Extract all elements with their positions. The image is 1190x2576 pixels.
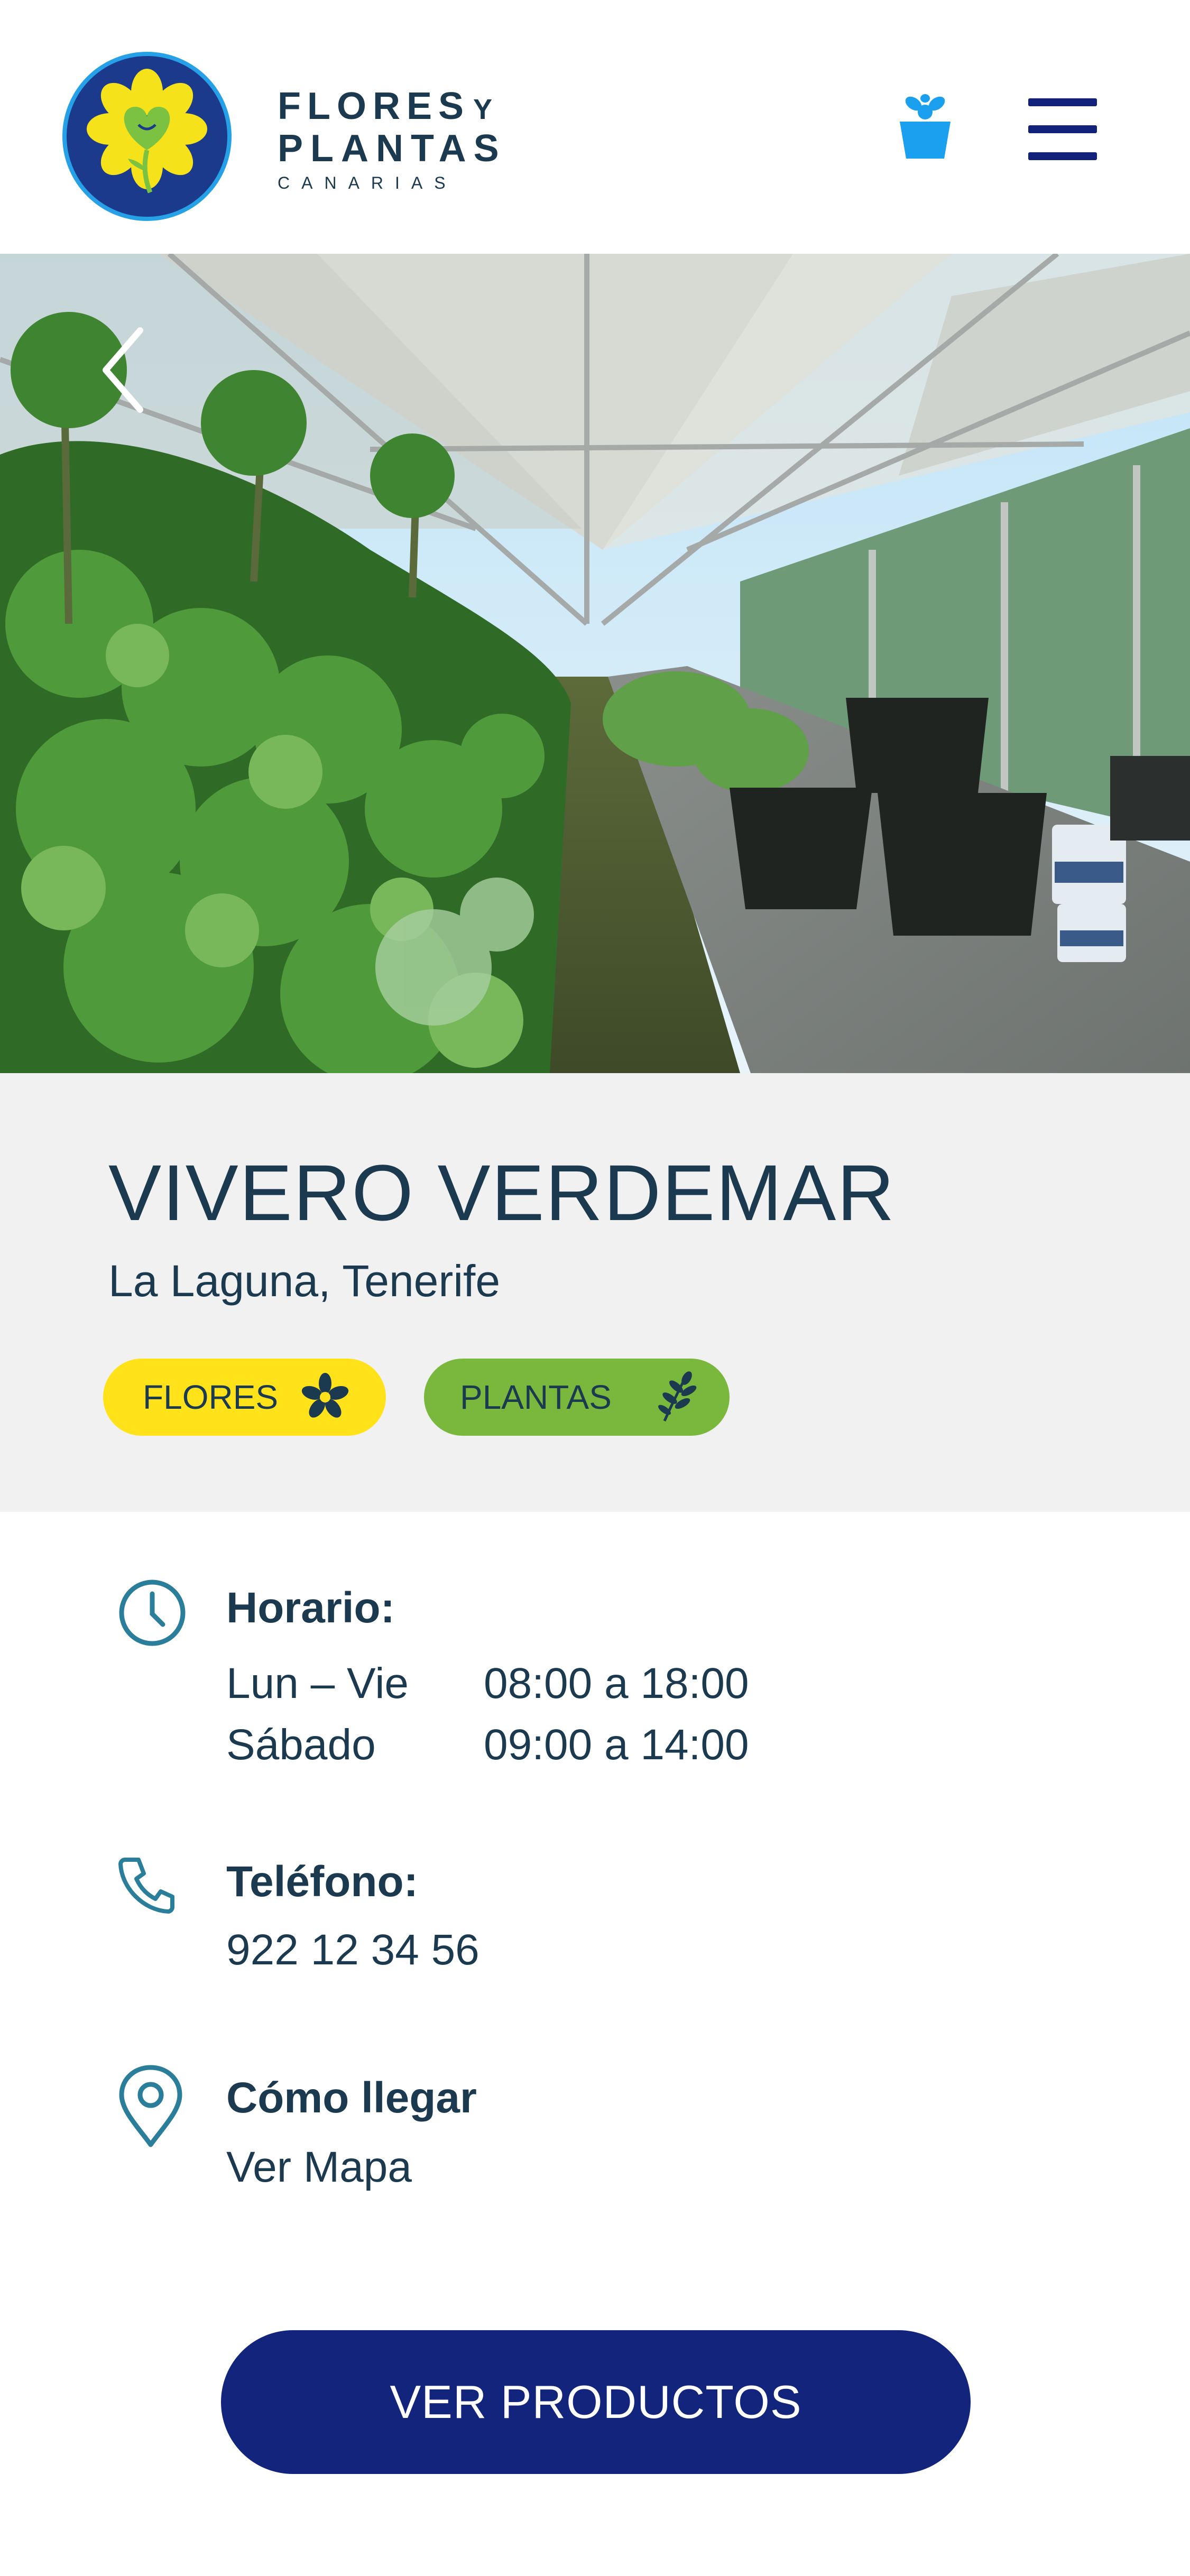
brand-wordmark: FLORES Y PLANTAS CANARIAS <box>278 87 506 195</box>
schedule-days-2: Sábado <box>226 1721 376 1769</box>
phone-label: Teléfono: <box>226 1858 418 1906</box>
tag-plantas[interactable]: PLANTAS <box>424 1359 730 1436</box>
tag-flores-label: FLORES <box>143 1378 279 1416</box>
nursery-summary: VIVERO VERDEMAR La Laguna, Tenerife FLOR… <box>0 1073 1190 1512</box>
view-products-button[interactable]: VER PRODUCTOS <box>221 2330 971 2474</box>
brand-line-1: FLORES <box>278 85 471 127</box>
schedule-hours-2: 09:00 a 14:00 <box>484 1721 749 1769</box>
brand-line-3: CANARIAS <box>278 173 457 192</box>
chevron-left-icon[interactable] <box>95 325 153 415</box>
tag-plantas-label: PLANTAS <box>460 1378 612 1416</box>
flower-pot-icon[interactable] <box>899 94 952 160</box>
leaf-branch-icon <box>658 1371 697 1422</box>
app-header: FLORES Y PLANTAS CANARIAS <box>0 0 1190 254</box>
directions-label: Cómo llegar <box>226 2074 477 2122</box>
schedule-label: Horario: <box>226 1584 395 1632</box>
hamburger-menu-icon[interactable] <box>1028 98 1097 161</box>
schedule-days-1: Lun – Vie <box>226 1659 409 1707</box>
flower-logo-icon <box>87 69 207 193</box>
brand-y: Y <box>473 94 493 125</box>
greenhouse-photo <box>0 254 1190 1073</box>
brand-logo[interactable] <box>62 52 232 221</box>
phone-number-link[interactable]: 922 12 34 56 <box>226 1925 479 1975</box>
nursery-location: La Laguna, Tenerife <box>108 1256 501 1306</box>
tag-flores[interactable]: FLORES <box>103 1359 386 1436</box>
phone-icon <box>118 1858 174 1914</box>
flower-icon <box>301 1373 349 1418</box>
schedule-hours-1: 08:00 a 18:00 <box>484 1659 749 1707</box>
clock-icon <box>119 1580 186 1646</box>
location-pin-icon <box>119 2065 182 2147</box>
nursery-name: VIVERO VERDEMAR <box>108 1148 896 1237</box>
brand-line-2: PLANTAS <box>278 127 506 170</box>
hero-image <box>0 254 1190 1073</box>
view-map-link[interactable]: Ver Mapa <box>226 2143 412 2192</box>
